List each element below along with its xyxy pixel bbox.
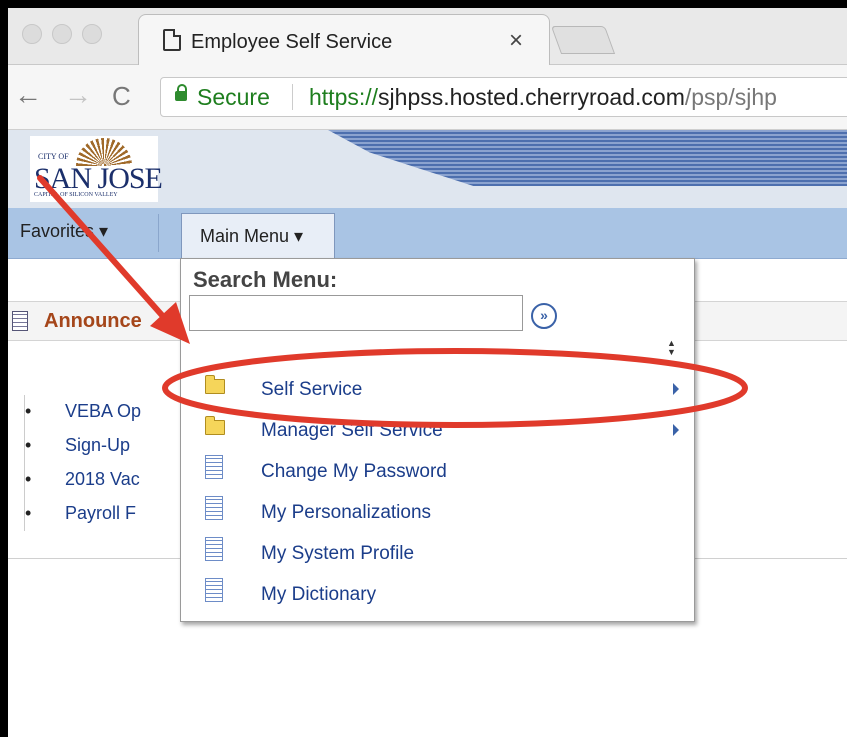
folder-icon — [205, 416, 225, 435]
tab-strip: Employee Self Service × — [8, 8, 847, 66]
menu-bar: Favorites ▾ Main Menu ▾ — [8, 208, 847, 259]
url-divider — [292, 84, 293, 110]
tab-title: Employee Self Service — [191, 31, 393, 53]
menu-item-self-service[interactable]: Self Service — [181, 369, 694, 409]
window-close-control[interactable] — [22, 24, 42, 44]
forward-arrow-icon[interactable]: → — [64, 79, 92, 111]
city-logo[interactable]: CITY OF SAN JOSE CAPITAL OF SILICON VALL… — [30, 136, 163, 202]
sort-icon[interactable]: ▲ ▼ — [667, 339, 676, 357]
menu-item-manager-self-service[interactable]: Manager Self Service — [181, 410, 694, 450]
site-header: CITY OF SAN JOSE CAPITAL OF SILICON VALL… — [8, 130, 847, 208]
search-go-button[interactable]: » — [531, 303, 557, 329]
search-menu-label: Search Menu: — [193, 267, 338, 292]
menu-item-label: Self Service — [261, 379, 363, 400]
announcements-title: Announce — [44, 310, 142, 332]
document-icon — [205, 537, 223, 561]
menu-item-my-personalizations[interactable]: My Personalizations — [181, 492, 694, 532]
header-swoosh-graphic — [328, 130, 847, 186]
window-zoom-control[interactable] — [82, 24, 102, 44]
announcement-link[interactable]: 2018 Vac — [25, 469, 140, 490]
url-host: sjhpss.hosted.cherryroad.com — [378, 84, 685, 110]
url-path: /psp/sjhp — [684, 84, 777, 110]
menu-item-label: My Dictionary — [261, 584, 377, 605]
menu-item-label: My Personalizations — [261, 502, 432, 523]
document-icon — [205, 496, 223, 520]
menu-item-my-system-profile[interactable]: My System Profile — [181, 533, 694, 573]
folder-icon — [205, 375, 225, 394]
url-text: https://sjhpss.hosted.cherryroad.com/psp… — [309, 84, 777, 111]
menu-item-label: Change My Password — [261, 461, 447, 482]
new-tab-button[interactable] — [550, 26, 616, 54]
menu-item-change-my-password[interactable]: Change My Password — [181, 451, 694, 491]
browser-window: Employee Self Service × ← → C Secure htt… — [8, 8, 847, 737]
main-menu-dropdown: Search Menu: » ▲ ▼ Self Service Manager S… — [180, 258, 695, 622]
tab-close-icon[interactable]: × — [509, 27, 523, 55]
menu-item-my-dictionary[interactable]: My Dictionary — [181, 574, 694, 614]
logo-tagline: CAPITAL OF SILICON VALLEY — [34, 192, 118, 198]
menu-item-label: My System Profile — [261, 543, 415, 564]
back-arrow-icon[interactable]: ← — [14, 79, 42, 111]
announcements-icon — [12, 311, 28, 331]
logo-city-of: CITY OF — [38, 152, 69, 161]
menu-divider — [158, 214, 159, 252]
browser-tab[interactable]: Employee Self Service × — [138, 14, 550, 66]
page-icon — [163, 29, 181, 51]
announcement-link[interactable]: VEBA Op — [25, 401, 141, 422]
secure-label: Secure — [197, 84, 270, 110]
reload-icon[interactable]: C — [112, 81, 131, 112]
document-icon — [205, 578, 223, 602]
announcement-list: VEBA Op Sign-Up 2018 Vac Payroll F — [24, 395, 195, 531]
submenu-arrow-icon — [673, 383, 679, 395]
main-menu-label: Main Menu ▾ — [200, 226, 304, 246]
logo-san-jose: SAN JOSE — [34, 162, 163, 195]
search-menu-input[interactable] — [189, 295, 523, 331]
menu-item-label: Manager Self Service — [261, 420, 443, 441]
lock-icon — [175, 84, 187, 101]
main-menu-button[interactable]: Main Menu ▾ — [181, 213, 335, 258]
announcement-link[interactable]: Sign-Up — [25, 435, 130, 456]
window-minimize-control[interactable] — [52, 24, 72, 44]
favorites-menu[interactable]: Favorites ▾ — [20, 221, 108, 242]
submenu-arrow-icon — [673, 424, 679, 436]
browser-toolbar: ← → C Secure https://sjhpss.hosted.cherr… — [8, 65, 847, 130]
document-icon — [205, 455, 223, 479]
address-bar[interactable]: Secure https://sjhpss.hosted.cherryroad.… — [160, 77, 847, 117]
url-scheme: https:// — [309, 84, 379, 110]
announcement-link[interactable]: Payroll F — [25, 503, 136, 524]
